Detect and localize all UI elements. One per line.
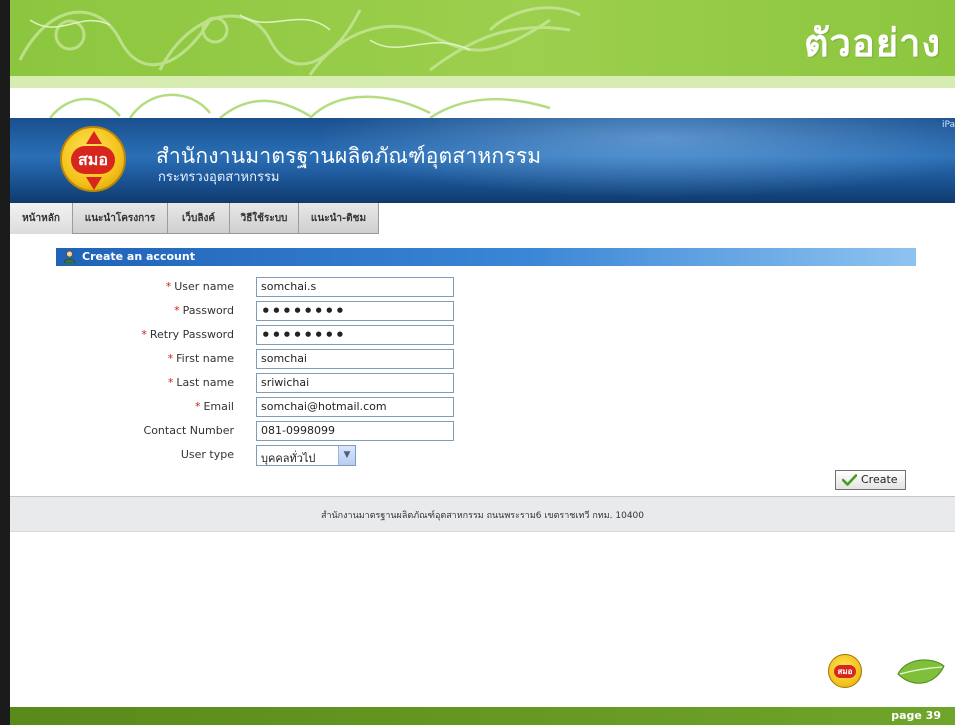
create-button[interactable]: Create: [835, 470, 906, 490]
partner-logos: สมอ: [820, 650, 950, 698]
form-row-email: * Email somchai@hotmail.com: [10, 397, 955, 417]
retry-password-label: * Retry Password: [141, 328, 234, 341]
form-row-first-name: * First name somchai: [10, 349, 955, 369]
main-nav: หน้าหลัก แนะนำโครงการ เว็บลิงค์ วิธีใช้ร…: [10, 203, 955, 234]
nav-item-project[interactable]: แนะนำโครงการ: [73, 203, 168, 234]
tisi-small-logo: สมอ: [828, 654, 862, 688]
user-type-select[interactable]: บุคคลทั่วไป ▼: [256, 445, 356, 466]
footer-address: สำนักงานมาตรฐานผลิตภัณฑ์อุตสาหกรรม ถนนพร…: [320, 511, 645, 521]
form-row-contact-number: Contact Number 081-0998099: [10, 421, 955, 441]
form-row-last-name: * Last name sriwichai: [10, 373, 955, 393]
form-row-retry-password: * Retry Password ••••••••: [10, 325, 955, 345]
banner-pattern-lower: [10, 88, 955, 118]
create-button-label: Create: [861, 473, 898, 486]
site-footer: สำนักงานมาตรฐานผลิตภัณฑ์อุตสาหกรรม ถนนพร…: [10, 496, 955, 532]
logo-text: สมอ: [71, 146, 115, 174]
password-label: * Password: [174, 304, 234, 317]
last-name-input[interactable]: sriwichai: [256, 373, 454, 393]
password-input[interactable]: ••••••••: [256, 301, 454, 321]
contact-number-label: Contact Number: [143, 424, 234, 437]
header-corner-text: iPa: [941, 120, 955, 130]
leaf-icon: [897, 659, 945, 684]
user-icon: [63, 250, 76, 263]
nav-item-home[interactable]: หน้าหลัก: [10, 203, 73, 234]
slide-title: ตัวอย่าง: [804, 21, 941, 65]
check-icon: [842, 474, 857, 486]
form-title: Create an account: [82, 250, 195, 263]
nav-item-howto[interactable]: วิธีใช้ระบบ: [230, 203, 299, 234]
username-input[interactable]: somchai.s: [256, 277, 454, 297]
email-label: * Email: [194, 400, 234, 413]
nav-item-feedback[interactable]: แนะนำ-ติชม: [299, 203, 379, 234]
decorative-banner: ตัวอย่าง: [10, 0, 955, 76]
form-row-password: * Password ••••••••: [10, 301, 955, 321]
tisi-logo: สมอ: [60, 126, 126, 192]
form-row-username: * User name somchai.s: [10, 277, 955, 297]
retry-password-input[interactable]: ••••••••: [256, 325, 454, 345]
username-label: * User name: [165, 280, 234, 293]
form-panel-header: Create an account: [56, 248, 916, 266]
last-name-label: * Last name: [167, 376, 234, 389]
first-name-label: * First name: [167, 352, 234, 365]
form-row-user-type: User type บุคคลทั่วไป ▼: [10, 445, 955, 466]
screenshot-window: สมอ สำนักงานมาตรฐานผลิตภัณฑ์อุตสาหกรรม ก…: [10, 118, 955, 703]
email-input[interactable]: somchai@hotmail.com: [256, 397, 454, 417]
user-type-selected: บุคคลทั่วไป: [261, 452, 316, 465]
first-name-input[interactable]: somchai: [256, 349, 454, 369]
nav-blank: [379, 203, 955, 234]
user-type-label: User type: [180, 448, 234, 461]
org-subtitle: กระทรวงอุตสาหกรรม: [158, 170, 280, 185]
chevron-down-icon[interactable]: ▼: [338, 446, 355, 465]
slide-left-border: [0, 0, 10, 725]
nav-item-weblinks[interactable]: เว็บลิงค์: [168, 203, 230, 234]
site-header: สมอ สำนักงานมาตรฐานผลิตภัณฑ์อุตสาหกรรม ก…: [10, 118, 955, 203]
banner-stripe: [10, 76, 955, 88]
contact-number-input[interactable]: 081-0998099: [256, 421, 454, 441]
slide: ตัวอย่าง สมอ สำนักงานมาตรฐานผลิตภัณฑ์อุต…: [0, 0, 955, 725]
slide-bottom-bar: page 39: [10, 707, 955, 725]
page-number: page 39: [891, 709, 941, 722]
